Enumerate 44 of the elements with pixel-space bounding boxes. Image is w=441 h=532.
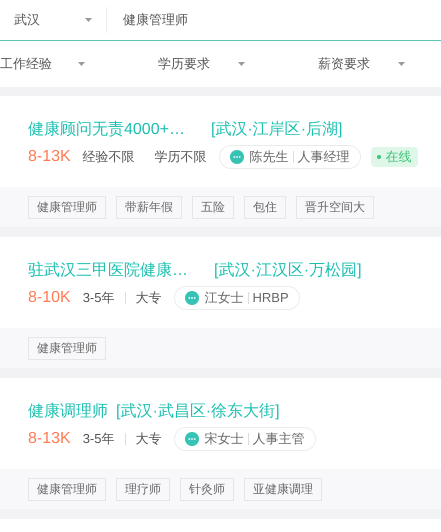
salary: 8-10K <box>28 288 71 308</box>
chat-bubble-icon <box>184 432 198 446</box>
chat-bubble-icon <box>184 291 198 305</box>
recruiter-name: 江女士 <box>204 289 244 308</box>
job-tag: 理疗师 <box>116 478 170 500</box>
job-location: [武汉·江汉区·万松园] <box>214 260 362 281</box>
job-tag: 晋升空间大 <box>296 196 374 218</box>
recruiter-chip[interactable]: 陈先生 人事经理 <box>218 145 361 169</box>
filter-dropdown[interactable]: 薪资要求 <box>318 54 405 74</box>
education-requirement: 学历不限 <box>154 148 207 166</box>
city-dropdown[interactable]: 武汉 <box>0 10 106 30</box>
education-requirement: 大专 <box>136 289 162 308</box>
job-tag: 健康管理师 <box>28 336 106 360</box>
caret-icon <box>85 18 92 22</box>
job-tag: 健康管理师 <box>28 478 106 500</box>
job-tag: 健康管理师 <box>28 196 106 218</box>
recruiter-chip[interactable]: 江女士 HRBP <box>174 286 300 310</box>
recruiter-chip[interactable]: 宋女士 人事主管 <box>174 427 316 451</box>
salary: 8-13K <box>28 147 71 167</box>
caret-icon <box>398 62 405 66</box>
salary: 8-13K <box>28 429 71 449</box>
recruiter-role: 人事经理 <box>298 148 350 166</box>
search-field[interactable]: 健康管理师 <box>123 10 441 30</box>
caret-icon <box>238 62 245 66</box>
job-tag: 亚健康调理 <box>244 478 322 500</box>
filter-dropdown[interactable]: 工作经验 <box>0 54 85 74</box>
education-requirement: 大专 <box>136 430 162 448</box>
chat-bubble-icon <box>230 150 244 164</box>
experience-requirement: 3-5年 <box>82 430 114 448</box>
experience-requirement: 3-5年 <box>82 289 114 308</box>
recruiter-name: 陈先生 <box>250 148 289 166</box>
caret-icon <box>78 62 85 66</box>
job-location: [武汉·武昌区·徐东大街] <box>116 402 280 422</box>
job-tag: 五险 <box>192 196 234 218</box>
experience-requirement: 经验不限 <box>82 148 135 166</box>
online-badge: 在线 <box>370 147 418 167</box>
job-location: [武汉·江岸区·后湖] <box>210 120 342 140</box>
job-tag: 带薪年假 <box>116 196 182 218</box>
filter-dropdown[interactable]: 学历要求 <box>158 54 245 74</box>
job-tag: 针灸师 <box>180 478 234 500</box>
recruiter-name: 宋女士 <box>204 430 244 448</box>
recruiter-role: 人事主管 <box>252 430 304 448</box>
recruiter-role: HRBP <box>252 289 289 308</box>
job-tag: 包住 <box>244 196 286 218</box>
